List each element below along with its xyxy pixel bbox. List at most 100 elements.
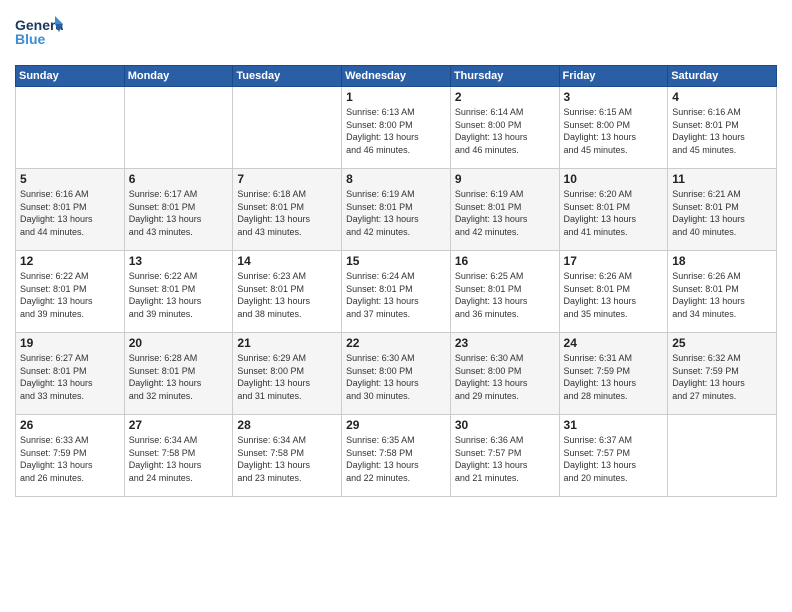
week-row-1: 1 Sunrise: 6:13 AM Sunset: 8:00 PM Daylig…: [16, 87, 777, 169]
calendar-cell: 31Sunrise: 6:37 AM Sunset: 7:57 PM Dayli…: [559, 415, 668, 497]
weekday-header-wednesday: Wednesday: [342, 66, 451, 87]
day-info: Sunrise: 6:13 AM Sunset: 8:00 PM Dayligh…: [346, 106, 446, 156]
calendar-cell: [124, 87, 233, 169]
day-number: 6: [129, 172, 229, 186]
day-number: 29: [346, 418, 446, 432]
calendar-cell: 26Sunrise: 6:33 AM Sunset: 7:59 PM Dayli…: [16, 415, 125, 497]
calendar-cell: [668, 415, 777, 497]
calendar-cell: 20 Sunrise: 6:28 AM Sunset: 8:01 PM Dayli…: [124, 333, 233, 415]
calendar-cell: 18 Sunrise: 6:26 AM Sunset: 8:01 PM Dayli…: [668, 251, 777, 333]
calendar-cell: 11 Sunrise: 6:21 AM Sunset: 8:01 PM Dayli…: [668, 169, 777, 251]
calendar-cell: 17Sunrise: 6:26 AM Sunset: 8:01 PM Dayli…: [559, 251, 668, 333]
day-number: 24: [564, 336, 664, 350]
day-number: 1: [346, 90, 446, 104]
week-row-4: 19 Sunrise: 6:27 AM Sunset: 8:01 PM Dayli…: [16, 333, 777, 415]
calendar-cell: 16 Sunrise: 6:25 AM Sunset: 8:01 PM Dayli…: [450, 251, 559, 333]
calendar-cell: [233, 87, 342, 169]
day-number: 2: [455, 90, 555, 104]
day-info: Sunrise: 6:28 AM Sunset: 8:01 PM Dayligh…: [129, 352, 229, 402]
day-number: 23: [455, 336, 555, 350]
day-info: Sunrise: 6:22 AM Sunset: 8:01 PM Dayligh…: [129, 270, 229, 320]
day-number: 21: [237, 336, 337, 350]
calendar-cell: 28Sunrise: 6:34 AM Sunset: 7:58 PM Dayli…: [233, 415, 342, 497]
calendar-cell: 5Sunrise: 6:16 AM Sunset: 8:01 PM Daylig…: [16, 169, 125, 251]
day-number: 12: [20, 254, 120, 268]
day-info: Sunrise: 6:22 AM Sunset: 8:01 PM Dayligh…: [20, 270, 120, 320]
calendar-cell: [16, 87, 125, 169]
day-info: Sunrise: 6:25 AM Sunset: 8:01 PM Dayligh…: [455, 270, 555, 320]
day-info: Sunrise: 6:34 AM Sunset: 7:58 PM Dayligh…: [237, 434, 337, 484]
logo-icon: General Blue: [15, 14, 63, 54]
day-number: 30: [455, 418, 555, 432]
day-info: Sunrise: 6:35 AM Sunset: 7:58 PM Dayligh…: [346, 434, 446, 484]
day-info: Sunrise: 6:30 AM Sunset: 8:00 PM Dayligh…: [346, 352, 446, 402]
day-number: 19: [20, 336, 120, 350]
day-info: Sunrise: 6:16 AM Sunset: 8:01 PM Dayligh…: [672, 106, 772, 156]
calendar-cell: 30Sunrise: 6:36 AM Sunset: 7:57 PM Dayli…: [450, 415, 559, 497]
header: General Blue: [15, 10, 777, 59]
day-info: Sunrise: 6:17 AM Sunset: 8:01 PM Dayligh…: [129, 188, 229, 238]
calendar-cell: 8Sunrise: 6:19 AM Sunset: 8:01 PM Daylig…: [342, 169, 451, 251]
calendar-cell: 15Sunrise: 6:24 AM Sunset: 8:01 PM Dayli…: [342, 251, 451, 333]
calendar-cell: 21 Sunrise: 6:29 AM Sunset: 8:00 PM Dayli…: [233, 333, 342, 415]
day-info: Sunrise: 6:18 AM Sunset: 8:01 PM Dayligh…: [237, 188, 337, 238]
calendar-cell: 25 Sunrise: 6:32 AM Sunset: 7:59 PM Dayli…: [668, 333, 777, 415]
calendar-cell: 13 Sunrise: 6:22 AM Sunset: 8:01 PM Dayli…: [124, 251, 233, 333]
calendar-cell: 29 Sunrise: 6:35 AM Sunset: 7:58 PM Dayli…: [342, 415, 451, 497]
weekday-header-row: SundayMondayTuesdayWednesdayThursdayFrid…: [16, 66, 777, 87]
day-info: Sunrise: 6:34 AM Sunset: 7:58 PM Dayligh…: [129, 434, 229, 484]
calendar-cell: 10 Sunrise: 6:20 AM Sunset: 8:01 PM Dayli…: [559, 169, 668, 251]
calendar-cell: 19 Sunrise: 6:27 AM Sunset: 8:01 PM Dayli…: [16, 333, 125, 415]
day-number: 4: [672, 90, 772, 104]
day-info: Sunrise: 6:19 AM Sunset: 8:01 PM Dayligh…: [455, 188, 555, 238]
weekday-header-thursday: Thursday: [450, 66, 559, 87]
page: General Blue SundayMondayTuesdayWednesda…: [0, 0, 792, 612]
calendar-table: SundayMondayTuesdayWednesdayThursdayFrid…: [15, 65, 777, 497]
day-number: 7: [237, 172, 337, 186]
weekday-header-saturday: Saturday: [668, 66, 777, 87]
day-number: 9: [455, 172, 555, 186]
calendar-cell: 2 Sunrise: 6:14 AM Sunset: 8:00 PM Daylig…: [450, 87, 559, 169]
calendar-cell: 12 Sunrise: 6:22 AM Sunset: 8:01 PM Dayli…: [16, 251, 125, 333]
calendar-cell: 4 Sunrise: 6:16 AM Sunset: 8:01 PM Daylig…: [668, 87, 777, 169]
day-number: 13: [129, 254, 229, 268]
day-number: 27: [129, 418, 229, 432]
day-info: Sunrise: 6:33 AM Sunset: 7:59 PM Dayligh…: [20, 434, 120, 484]
day-info: Sunrise: 6:37 AM Sunset: 7:57 PM Dayligh…: [564, 434, 664, 484]
svg-text:Blue: Blue: [15, 31, 46, 47]
calendar-cell: 1 Sunrise: 6:13 AM Sunset: 8:00 PM Daylig…: [342, 87, 451, 169]
day-info: Sunrise: 6:29 AM Sunset: 8:00 PM Dayligh…: [237, 352, 337, 402]
calendar-cell: 24 Sunrise: 6:31 AM Sunset: 7:59 PM Dayli…: [559, 333, 668, 415]
weekday-header-monday: Monday: [124, 66, 233, 87]
calendar-cell: 9 Sunrise: 6:19 AM Sunset: 8:01 PM Daylig…: [450, 169, 559, 251]
day-info: Sunrise: 6:26 AM Sunset: 8:01 PM Dayligh…: [672, 270, 772, 320]
day-number: 3: [564, 90, 664, 104]
day-info: Sunrise: 6:21 AM Sunset: 8:01 PM Dayligh…: [672, 188, 772, 238]
week-row-2: 5Sunrise: 6:16 AM Sunset: 8:01 PM Daylig…: [16, 169, 777, 251]
logo: General Blue: [15, 14, 63, 59]
day-info: Sunrise: 6:31 AM Sunset: 7:59 PM Dayligh…: [564, 352, 664, 402]
calendar-cell: 3Sunrise: 6:15 AM Sunset: 8:00 PM Daylig…: [559, 87, 668, 169]
day-number: 22: [346, 336, 446, 350]
day-info: Sunrise: 6:20 AM Sunset: 8:01 PM Dayligh…: [564, 188, 664, 238]
day-info: Sunrise: 6:14 AM Sunset: 8:00 PM Dayligh…: [455, 106, 555, 156]
weekday-header-sunday: Sunday: [16, 66, 125, 87]
day-number: 18: [672, 254, 772, 268]
day-info: Sunrise: 6:30 AM Sunset: 8:00 PM Dayligh…: [455, 352, 555, 402]
day-number: 14: [237, 254, 337, 268]
day-number: 8: [346, 172, 446, 186]
calendar-cell: 6 Sunrise: 6:17 AM Sunset: 8:01 PM Daylig…: [124, 169, 233, 251]
calendar-cell: 7 Sunrise: 6:18 AM Sunset: 8:01 PM Daylig…: [233, 169, 342, 251]
day-number: 25: [672, 336, 772, 350]
day-number: 20: [129, 336, 229, 350]
day-number: 10: [564, 172, 664, 186]
day-number: 17: [564, 254, 664, 268]
day-number: 16: [455, 254, 555, 268]
calendar-cell: 23 Sunrise: 6:30 AM Sunset: 8:00 PM Dayli…: [450, 333, 559, 415]
day-number: 11: [672, 172, 772, 186]
day-info: Sunrise: 6:32 AM Sunset: 7:59 PM Dayligh…: [672, 352, 772, 402]
day-info: Sunrise: 6:27 AM Sunset: 8:01 PM Dayligh…: [20, 352, 120, 402]
day-number: 15: [346, 254, 446, 268]
day-info: Sunrise: 6:16 AM Sunset: 8:01 PM Dayligh…: [20, 188, 120, 238]
week-row-3: 12 Sunrise: 6:22 AM Sunset: 8:01 PM Dayli…: [16, 251, 777, 333]
